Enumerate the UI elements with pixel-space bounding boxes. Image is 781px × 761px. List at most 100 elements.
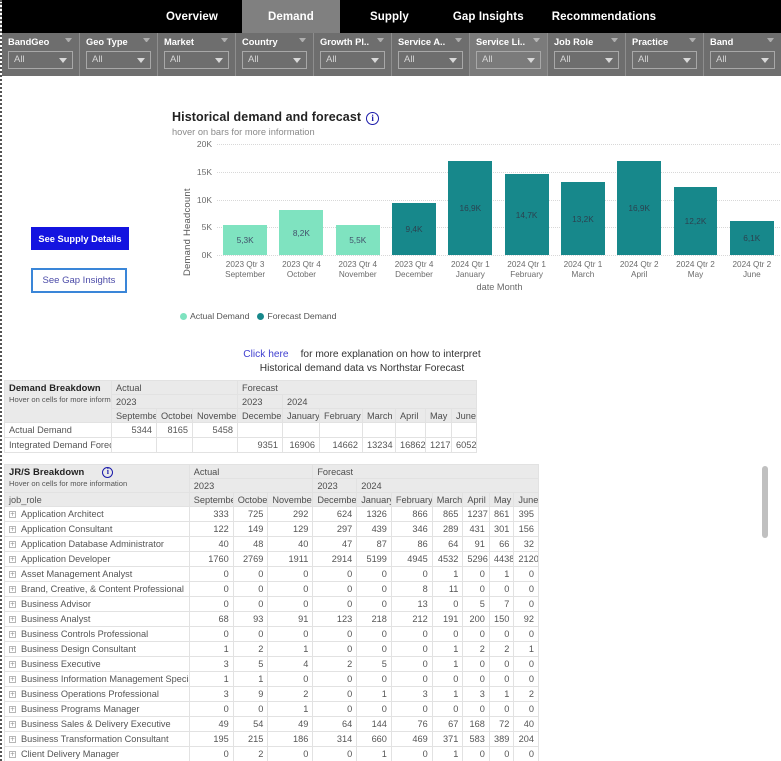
chevron-down-icon[interactable] bbox=[221, 38, 228, 43]
table-cell[interactable]: 0 bbox=[513, 596, 539, 612]
chevron-down-icon[interactable] bbox=[377, 38, 384, 43]
table-cell[interactable]: 0 bbox=[462, 581, 490, 597]
table-row[interactable]: + Business Design Consultant 1 2 1 0 0 0 1 2 2 1 bbox=[4, 641, 539, 657]
table-cell[interactable]: 0 bbox=[431, 701, 464, 717]
table-cell[interactable]: 2 bbox=[513, 686, 539, 702]
table-cell[interactable]: 2 bbox=[312, 656, 358, 672]
table-cell[interactable]: 5 bbox=[462, 596, 490, 612]
table-cell[interactable]: 0 bbox=[312, 641, 358, 657]
filter-growth-pl[interactable]: Growth Pl.. All bbox=[314, 33, 392, 76]
table-cell[interactable]: 0 bbox=[513, 581, 539, 597]
table-cell[interactable]: 314 bbox=[312, 731, 358, 747]
table-row[interactable]: + Application Database Administrator 40 48 4… bbox=[4, 536, 539, 552]
expand-row-icon[interactable]: + bbox=[9, 571, 16, 579]
table-cell[interactable]: 0 bbox=[356, 581, 392, 597]
filter-service-a[interactable]: Service A.. All bbox=[392, 33, 470, 76]
nav-tab-supply[interactable]: Supply bbox=[340, 0, 439, 33]
filter-select-service-a[interactable]: All bbox=[398, 51, 463, 69]
table-cell[interactable]: 92 bbox=[513, 611, 539, 627]
chart-bar[interactable]: 13,2K bbox=[560, 182, 605, 255]
table-cell[interactable]: 5296 bbox=[462, 551, 490, 567]
table-cell[interactable]: 0 bbox=[488, 626, 515, 642]
table-cell[interactable]: 0 bbox=[356, 701, 392, 717]
chart-bar[interactable]: 14,7K bbox=[504, 174, 549, 255]
table-cell[interactable]: 0 bbox=[267, 671, 314, 687]
table-cell[interactable]: 64 bbox=[431, 536, 464, 552]
table-row[interactable]: Actual Demand 5344 8165 5458 bbox=[4, 422, 478, 438]
filter-select-service-li[interactable]: All bbox=[476, 51, 541, 69]
table-cell[interactable]: 40 bbox=[513, 716, 539, 732]
table-cell[interactable]: 47 bbox=[312, 536, 358, 552]
table-cell[interactable]: 2120 bbox=[513, 551, 539, 567]
filter-select-band[interactable]: All bbox=[710, 51, 775, 69]
expand-row-icon[interactable]: + bbox=[9, 556, 16, 564]
table-cell[interactable]: 0 bbox=[390, 671, 433, 687]
table-cell[interactable] bbox=[450, 422, 478, 438]
table-row[interactable]: + Business Operations Professional 3 9 2 0 1 3 1… bbox=[4, 686, 539, 702]
table-row[interactable]: + Business Information Management Special… bbox=[4, 671, 539, 687]
chevron-down-icon[interactable] bbox=[143, 38, 150, 43]
table-cell[interactable]: 371 bbox=[431, 731, 464, 747]
table-row[interactable]: + Business Programs Manager 0 0 1 0 0 0 0 0 0 0 bbox=[4, 701, 539, 717]
table-cell[interactable]: 1 bbox=[356, 746, 392, 761]
table-cell[interactable]: 660 bbox=[356, 731, 392, 747]
chevron-down-icon[interactable] bbox=[215, 58, 223, 63]
table-cell[interactable]: 469 bbox=[390, 731, 433, 747]
chevron-down-icon[interactable] bbox=[683, 58, 691, 63]
table-cell[interactable]: 11 bbox=[431, 581, 464, 597]
table-cell[interactable] bbox=[319, 422, 363, 438]
filter-select-practice[interactable]: All bbox=[632, 51, 697, 69]
table-cell[interactable]: 5458 bbox=[192, 422, 238, 438]
table-cell[interactable] bbox=[156, 437, 193, 453]
table-cell[interactable]: 0 bbox=[431, 626, 464, 642]
filter-select-geo-type[interactable]: All bbox=[86, 51, 151, 69]
table-cell[interactable]: 0 bbox=[390, 656, 433, 672]
filter-geo-type[interactable]: Geo Type All bbox=[80, 33, 158, 76]
filter-service-li[interactable]: Service Li.. All bbox=[470, 33, 548, 76]
table-cell[interactable]: 0 bbox=[312, 746, 358, 761]
chevron-down-icon[interactable] bbox=[65, 38, 72, 43]
table-cell[interactable]: 389 bbox=[488, 731, 515, 747]
table-row[interactable]: + Application Developer 1760 2769 1911 2914 51… bbox=[4, 551, 539, 567]
table-cell[interactable]: 0 bbox=[188, 596, 234, 612]
table-cell[interactable]: 122 bbox=[188, 521, 234, 537]
table-cell[interactable]: 1 bbox=[488, 566, 515, 582]
chart-bar[interactable]: 16,9K bbox=[617, 161, 662, 255]
table-cell[interactable]: 1 bbox=[488, 686, 515, 702]
table-cell[interactable]: 13234 bbox=[362, 437, 396, 453]
table-cell[interactable]: 13 bbox=[390, 596, 433, 612]
table-cell[interactable]: 0 bbox=[312, 686, 358, 702]
expand-row-icon[interactable]: + bbox=[9, 676, 16, 684]
table-cell[interactable] bbox=[395, 422, 426, 438]
table-cell[interactable] bbox=[425, 422, 452, 438]
table-row[interactable]: Integrated Demand Forecast 93511690614662… bbox=[4, 437, 478, 453]
table-cell[interactable]: 0 bbox=[267, 596, 314, 612]
table-cell[interactable]: 0 bbox=[356, 566, 392, 582]
table-cell[interactable]: 4945 bbox=[390, 551, 433, 567]
chevron-down-icon[interactable] bbox=[605, 58, 613, 63]
table-cell[interactable]: 0 bbox=[390, 701, 433, 717]
filter-practice[interactable]: Practice All bbox=[626, 33, 704, 76]
table-row[interactable]: + Business Transformation Consultant 195 21… bbox=[4, 731, 539, 747]
table-cell[interactable]: 289 bbox=[431, 521, 464, 537]
table-cell[interactable]: 144 bbox=[356, 716, 392, 732]
table-row[interactable]: + Business Sales & Delivery Executive 49 54… bbox=[4, 716, 539, 732]
chevron-down-icon[interactable] bbox=[455, 38, 462, 43]
table-cell[interactable]: 0 bbox=[431, 671, 464, 687]
nav-tab-demand[interactable]: Demand bbox=[241, 0, 340, 33]
table-cell[interactable]: 0 bbox=[267, 581, 314, 597]
table-cell[interactable]: 9351 bbox=[237, 437, 283, 453]
expand-row-icon[interactable]: + bbox=[9, 721, 16, 729]
table-row[interactable]: + Business Controls Professional 0 0 0 0 0 0 0 0 0… bbox=[4, 626, 539, 642]
expand-row-icon[interactable]: + bbox=[9, 511, 16, 519]
expand-row-icon[interactable]: + bbox=[9, 541, 16, 549]
table-cell[interactable]: 301 bbox=[488, 521, 515, 537]
table-cell[interactable]: 86 bbox=[390, 536, 433, 552]
see-supply-details-button[interactable]: See Supply Details bbox=[31, 227, 129, 250]
table-cell[interactable]: 32 bbox=[513, 536, 539, 552]
table-cell[interactable]: 346 bbox=[390, 521, 433, 537]
table-cell[interactable]: 0 bbox=[188, 581, 234, 597]
table-cell[interactable]: 0 bbox=[513, 746, 539, 761]
table-cell[interactable]: 191 bbox=[431, 611, 464, 627]
table-cell[interactable]: 0 bbox=[390, 566, 433, 582]
